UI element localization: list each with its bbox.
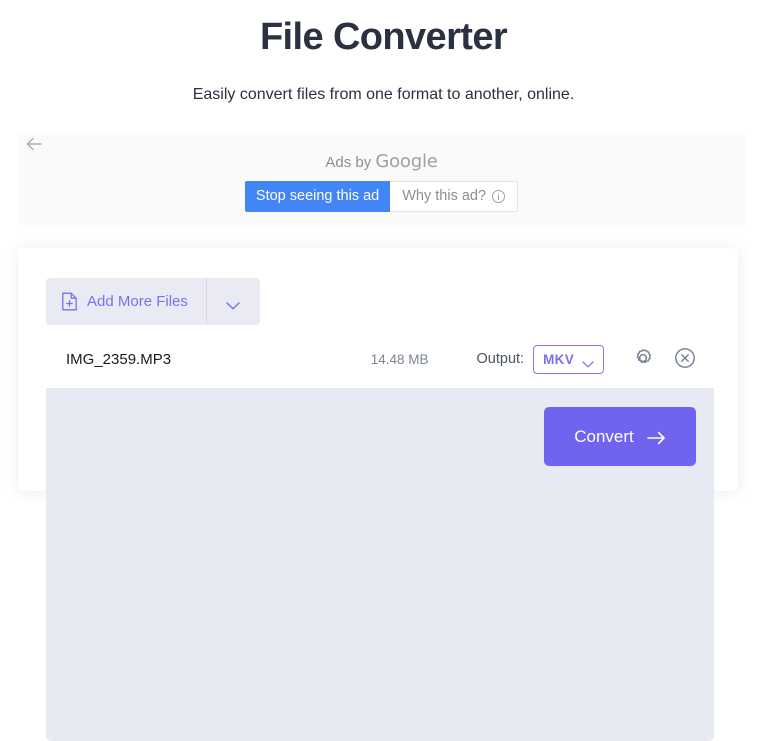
close-circle-icon xyxy=(674,347,696,372)
file-list-panel: IMG_2359.MP3 14.48 MB Output: MKV Conver… xyxy=(46,330,714,741)
add-more-files-button[interactable]: Add More Files xyxy=(46,278,206,325)
gear-icon xyxy=(632,347,654,372)
why-this-ad-button[interactable]: Why this ad? xyxy=(390,181,519,212)
output-format-value: MKV xyxy=(543,351,574,367)
file-name: IMG_2359.MP3 xyxy=(66,350,172,368)
page-subtitle: Easily convert files from one format to … xyxy=(192,86,575,103)
ad-buttons-group: Stop seeing this ad Why this ad? xyxy=(18,181,745,212)
why-this-ad-label: Why this ad? xyxy=(402,188,487,204)
chevron-down-icon xyxy=(582,355,596,368)
file-row: IMG_2359.MP3 14.48 MB Output: MKV xyxy=(46,330,714,388)
arrow-right-icon xyxy=(646,430,666,444)
add-more-files-label: Add More Files xyxy=(87,293,188,310)
page-header: File Converter Easily convert files from… xyxy=(0,0,767,106)
convert-button[interactable]: Convert xyxy=(544,407,696,466)
ad-banner: Ads by Google Stop seeing this ad Why th… xyxy=(18,133,745,225)
ads-by-google-label: Ads by Google xyxy=(18,151,745,172)
add-more-files-group: Add More Files xyxy=(46,278,260,325)
file-size: 14.48 MB xyxy=(370,351,429,367)
info-icon xyxy=(492,189,506,203)
file-plus-icon xyxy=(61,292,78,311)
google-wordmark: Google xyxy=(375,151,438,172)
add-more-files-dropdown-button[interactable] xyxy=(205,278,260,325)
stop-seeing-this-ad-button[interactable]: Stop seeing this ad xyxy=(244,181,391,212)
chevron-down-icon xyxy=(226,298,241,309)
output-format-select[interactable]: MKV xyxy=(533,344,604,374)
ads-by-text: Ads by xyxy=(325,154,376,171)
remove-file-button[interactable] xyxy=(672,346,698,372)
converter-card: Add More Files IMG_2359.MP3 14.48 MB Out… xyxy=(18,248,738,741)
convert-button-label: Convert xyxy=(574,426,634,446)
file-settings-button[interactable] xyxy=(630,346,656,372)
output-format-label: Output: xyxy=(476,351,525,367)
page-title: File Converter xyxy=(259,16,508,58)
